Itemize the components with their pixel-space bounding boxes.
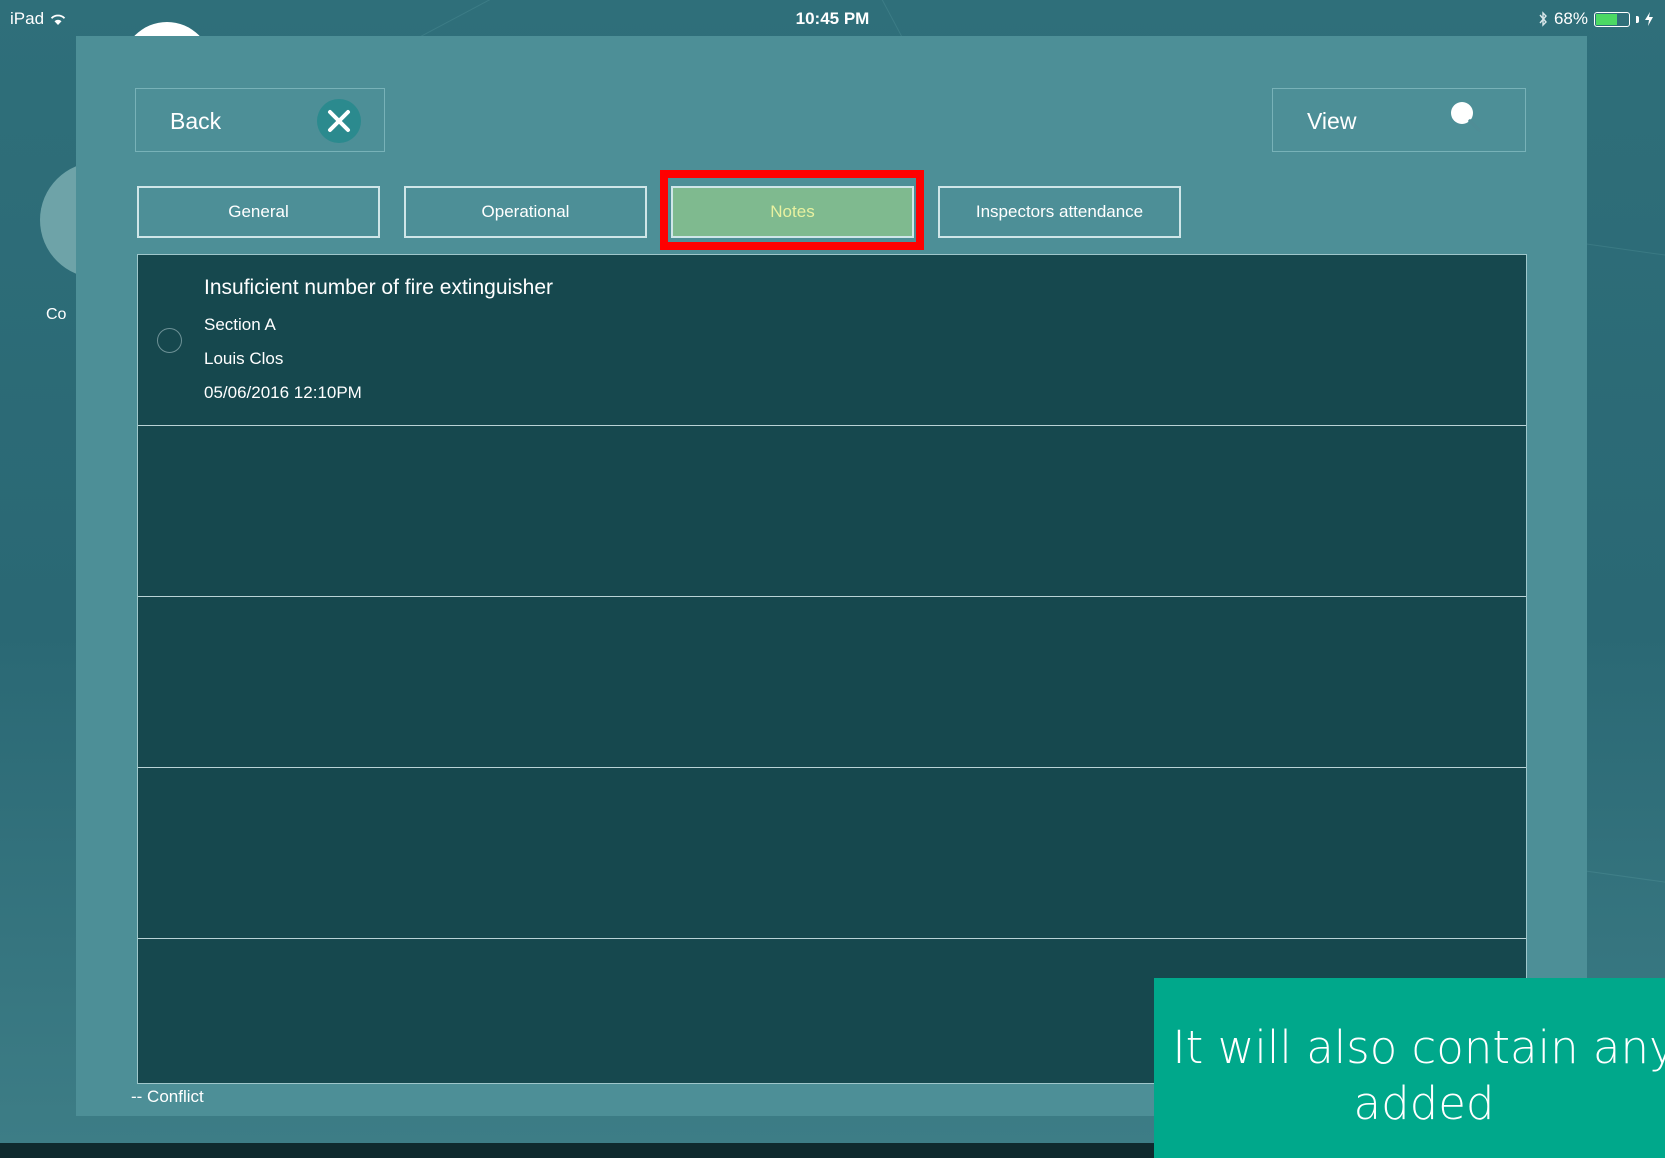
back-button[interactable]: Back	[135, 88, 385, 152]
tab-inspectors-attendance[interactable]: Inspectors attendance	[938, 186, 1181, 238]
inspection-modal: Back View General Operational Notes Insp…	[76, 36, 1587, 1116]
list-item[interactable]	[138, 426, 1526, 597]
caption-line: added	[1353, 1077, 1495, 1130]
background-label: Co	[46, 306, 67, 323]
battery-cap	[1636, 15, 1639, 23]
select-radio[interactable]	[157, 328, 182, 353]
list-item[interactable]: Insuficient number of fire extinguisher …	[138, 255, 1526, 426]
note-datetime: 05/06/2016 12:10PM	[204, 383, 362, 402]
battery-icon	[1594, 11, 1630, 27]
tab-general[interactable]: General	[137, 186, 380, 238]
note-section: Section A	[204, 315, 276, 334]
note-title: Insuficient number of fire extinguisher	[204, 276, 554, 299]
search-icon[interactable]	[1449, 100, 1481, 132]
ipad-screen: Co iPad 10:45 PM 68% Back View General O…	[0, 0, 1665, 1143]
view-button[interactable]: View	[1272, 88, 1526, 152]
bluetooth-icon	[1539, 11, 1547, 27]
battery-percent: 68%	[1553, 9, 1588, 28]
status-bar: iPad 10:45 PM 68%	[0, 0, 1665, 36]
close-icon[interactable]	[317, 99, 361, 143]
tab-operational[interactable]: Operational	[404, 186, 647, 238]
caption-box: It will also contain any added	[1154, 978, 1665, 1158]
view-label: View	[1307, 108, 1357, 134]
note-author: Louis Clos	[204, 349, 284, 368]
conflict-legend: -- Conflict	[131, 1087, 204, 1106]
list-item[interactable]	[138, 597, 1526, 768]
status-time: 10:45 PM	[795, 9, 870, 28]
tab-highlight-frame	[660, 170, 924, 250]
charging-icon	[1645, 12, 1653, 26]
notes-list: Insuficient number of fire extinguisher …	[137, 254, 1527, 1084]
list-item[interactable]	[138, 768, 1526, 939]
caption-line: It will also contain any	[1172, 1021, 1665, 1074]
back-label: Back	[170, 108, 222, 134]
